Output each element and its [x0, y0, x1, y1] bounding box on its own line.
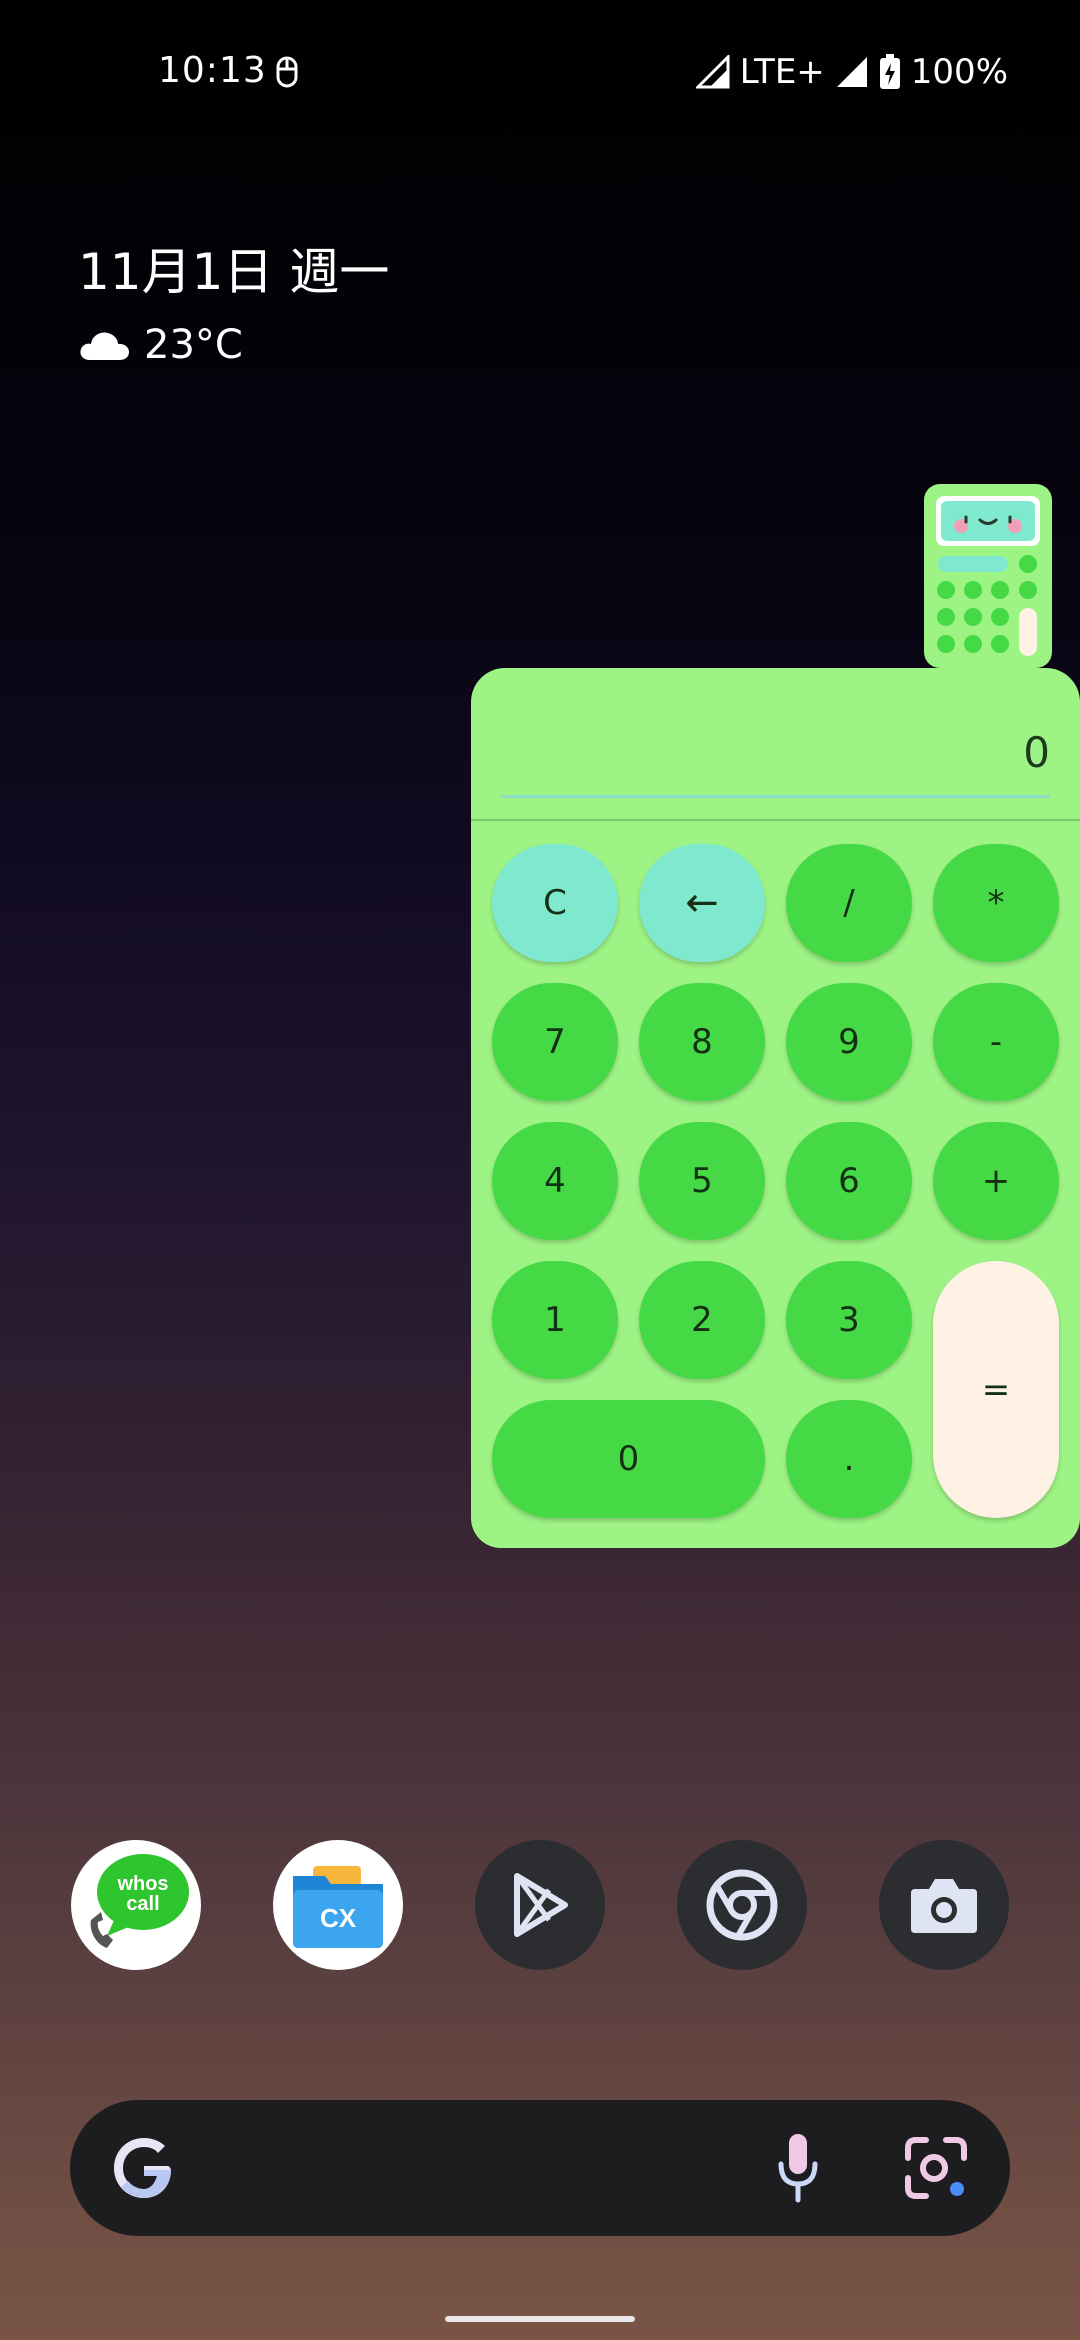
- display-underline: [501, 795, 1050, 798]
- chrome-icon: [706, 1869, 778, 1941]
- signal-icon: [695, 55, 730, 89]
- key-0[interactable]: 0: [492, 1400, 765, 1518]
- glance-date[interactable]: 11月1日 週一: [78, 232, 389, 304]
- display-divider: [471, 819, 1080, 821]
- temperature: 23°C: [144, 322, 243, 368]
- mic-icon[interactable]: [775, 2132, 821, 2204]
- decimal-key[interactable]: .: [786, 1400, 912, 1518]
- camera-app[interactable]: [879, 1840, 1009, 1970]
- file-manager-text: CX: [320, 1903, 357, 1933]
- plus-key[interactable]: +: [933, 1122, 1059, 1240]
- minus-key[interactable]: -: [933, 983, 1059, 1101]
- battery-level: 100%: [910, 52, 1008, 92]
- whoscall-app[interactable]: whos call: [71, 1840, 201, 1970]
- google-search-bar[interactable]: [70, 2100, 1010, 2236]
- file-manager-app[interactable]: CX: [273, 1840, 403, 1970]
- navigation-handle[interactable]: [445, 2316, 635, 2322]
- key-4[interactable]: 4: [492, 1122, 618, 1240]
- calculator-mascot-icon[interactable]: [924, 484, 1052, 668]
- file-manager-icon: CX: [293, 1866, 383, 1948]
- whoscall-text-1: whos: [116, 1873, 168, 1895]
- play-store-app[interactable]: [475, 1840, 605, 1970]
- status-indicators: LTE+ 100%: [695, 52, 1008, 92]
- key-6[interactable]: 6: [786, 1122, 912, 1240]
- multiply-key[interactable]: *: [933, 844, 1059, 962]
- network-type: LTE+: [739, 52, 825, 92]
- calculator-display: 0: [1023, 728, 1050, 777]
- status-time: 10:13: [158, 50, 267, 91]
- signal-icon: [836, 57, 867, 87]
- whoscall-text-2: call: [126, 1893, 159, 1915]
- backspace-key[interactable]: ←: [639, 844, 765, 962]
- glance-weather[interactable]: 23°C: [78, 322, 243, 368]
- google-g-icon: [114, 2138, 171, 2198]
- camera-icon: [911, 1879, 977, 1933]
- status-bar: 10:13 LTE+ 100%: [0, 0, 1080, 150]
- divide-key[interactable]: /: [786, 844, 912, 962]
- play-store-icon: [514, 1873, 568, 1937]
- key-8[interactable]: 8: [639, 983, 765, 1101]
- equals-key[interactable]: =: [933, 1261, 1059, 1518]
- key-3[interactable]: 3: [786, 1261, 912, 1379]
- cloud-icon: [80, 332, 129, 360]
- calculator-widget: 0 C ← / * 7 8 9 - 4 5 6 + 1 2 3 = 0 .: [471, 668, 1080, 1548]
- whoscall-icon: whos call: [90, 1854, 189, 1948]
- key-1[interactable]: 1: [492, 1261, 618, 1379]
- battery-charging-icon: [879, 54, 900, 89]
- lens-icon[interactable]: [902, 2134, 970, 2202]
- key-2[interactable]: 2: [639, 1261, 765, 1379]
- clear-key[interactable]: C: [492, 844, 618, 962]
- key-5[interactable]: 5: [639, 1122, 765, 1240]
- chrome-app[interactable]: [677, 1840, 807, 1970]
- notification-icon: [276, 56, 298, 88]
- key-7[interactable]: 7: [492, 983, 618, 1101]
- key-9[interactable]: 9: [786, 983, 912, 1101]
